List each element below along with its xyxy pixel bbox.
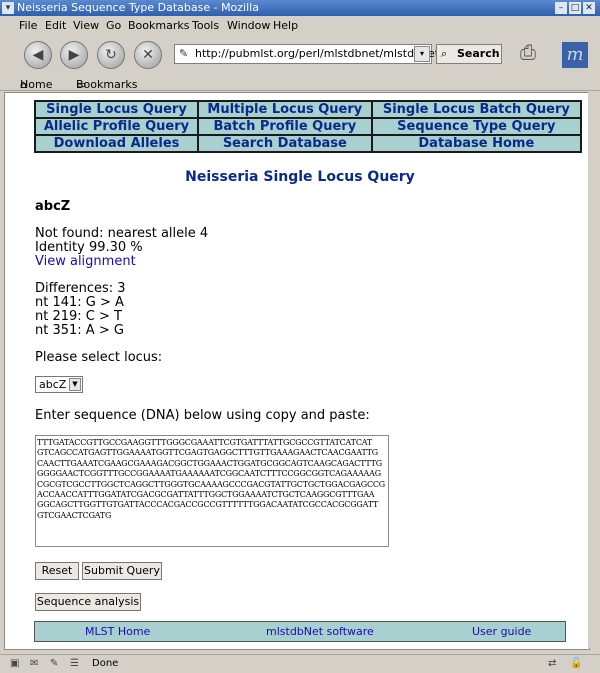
search-label: Search xyxy=(457,47,500,60)
not-found-text: Not found: nearest allele 4 xyxy=(35,226,209,241)
nav-search-database[interactable]: Search Database xyxy=(199,136,371,151)
mlst-home-link[interactable]: MLST Home xyxy=(85,625,150,638)
chevron-down-icon: ▼ xyxy=(69,378,81,391)
sequence-textarea[interactable]: TTTGATACCGTTGCCGAAGGTTTGGGCGAAATTCGTGATT… xyxy=(35,435,389,547)
view-alignment-link[interactable]: View alignment xyxy=(35,254,136,269)
status-bar: ▣ ✉ ✎ ☰ Done ⇄ 🔓 xyxy=(0,654,600,673)
window-title: Neisseria Sequence Type Database - Mozil… xyxy=(17,1,259,14)
url-dropdown-icon[interactable]: ▾ xyxy=(414,46,430,62)
difference-item: nt 351: A > G xyxy=(35,323,124,338)
submit-query-button[interactable]: Submit Query xyxy=(82,562,162,580)
nav-download-alleles[interactable]: Download Alleles xyxy=(36,136,197,151)
sequence-label: Enter sequence (DNA) below using copy an… xyxy=(35,408,370,423)
difference-item: nt 141: G > A xyxy=(35,295,124,310)
bookmark-bookmarks-label: Bookmarks xyxy=(76,78,138,91)
menu-help[interactable]: Help xyxy=(273,19,298,32)
locus-select-value: abcZ xyxy=(39,378,67,391)
difference-item: nt 219: C > T xyxy=(35,309,122,324)
status-text: Done xyxy=(92,658,119,669)
nav-single-locus-batch-query[interactable]: Single Locus Batch Query xyxy=(372,102,580,117)
differences-text: Differences: 3 xyxy=(35,281,126,296)
mail-icon[interactable]: ✉ xyxy=(30,658,38,669)
minimize-icon[interactable]: – xyxy=(555,2,567,14)
nav-allelic-profile-query[interactable]: Allelic Profile Query xyxy=(36,119,197,134)
reset-button[interactable]: Reset xyxy=(35,562,79,580)
nav-single-locus-query[interactable]: Single Locus Query xyxy=(36,102,197,117)
forward-icon[interactable]: ▶ xyxy=(60,41,88,69)
nav-batch-profile-query[interactable]: Batch Profile Query xyxy=(199,119,371,134)
window-titlebar: ▾ Neisseria Sequence Type Database - Moz… xyxy=(0,0,600,16)
close-icon[interactable]: ✕ xyxy=(583,2,595,14)
page-icon: ✎ xyxy=(179,47,189,60)
print-icon[interactable]: ⎙ xyxy=(520,40,550,66)
composer-icon[interactable]: ✎ xyxy=(50,658,58,669)
mlstdbnet-software-link[interactable]: mlstdbNet software xyxy=(266,625,374,638)
menu-file[interactable]: File xyxy=(19,19,37,32)
sequence-text: TTTGATACCGTTGCCGAAGGTTTGGGCGAAATTCGTGATT… xyxy=(37,438,385,520)
navigator-icon[interactable]: ▣ xyxy=(10,658,19,669)
nav-database-home[interactable]: Database Home xyxy=(372,136,580,151)
query-nav-table: Single Locus Query Multiple Locus Query … xyxy=(34,100,582,153)
window-menu-icon[interactable]: ▾ xyxy=(2,2,14,14)
menu-view[interactable]: View xyxy=(73,19,99,32)
search-icon: ⌕ xyxy=(441,47,448,60)
locus-select[interactable]: abcZ ▼ xyxy=(35,376,83,393)
mozilla-logo[interactable]: m xyxy=(562,42,588,68)
bookmark-home-label: Home xyxy=(20,78,53,91)
page-title: Neisseria Single Locus Query xyxy=(185,169,415,185)
footer-bar: MLST Home mlstdbNet software User guide xyxy=(34,621,566,642)
menu-edit[interactable]: Edit xyxy=(45,19,66,32)
reload-icon[interactable]: ↻ xyxy=(97,41,125,69)
address-book-icon[interactable]: ☰ xyxy=(70,658,79,669)
menu-go[interactable]: Go xyxy=(106,19,121,32)
menubar: File Edit View Go Bookmarks Tools Window… xyxy=(0,16,600,36)
stop-icon[interactable]: ✕ xyxy=(134,41,162,69)
back-icon[interactable]: ◀ xyxy=(24,41,52,69)
menu-window[interactable]: Window xyxy=(227,19,270,32)
select-locus-label: Please select locus: xyxy=(35,350,163,365)
menu-tools[interactable]: Tools xyxy=(192,19,219,32)
online-icon: ⇄ xyxy=(548,658,557,669)
menu-bookmarks[interactable]: Bookmarks xyxy=(128,19,189,32)
maximize-icon[interactable]: □ xyxy=(569,2,581,14)
security-lock-icon: 🔓 xyxy=(570,658,583,669)
user-guide-link[interactable]: User guide xyxy=(472,625,531,638)
url-bar[interactable]: ✎ http://pubmlst.org/perl/mlstdbnet/mlst… xyxy=(174,44,465,64)
sequence-analysis-button[interactable]: Sequence analysis xyxy=(35,593,141,611)
bookmarks-toolbar: ⌂ Home ▭ Bookmarks xyxy=(0,72,600,91)
identity-text: Identity 99.30 % xyxy=(35,240,143,255)
nav-multiple-locus-query[interactable]: Multiple Locus Query xyxy=(199,102,371,117)
nav-sequence-type-query[interactable]: Sequence Type Query xyxy=(372,119,580,134)
search-button[interactable]: ⌕ Search xyxy=(436,44,502,64)
locus-heading: abcZ xyxy=(35,199,71,214)
